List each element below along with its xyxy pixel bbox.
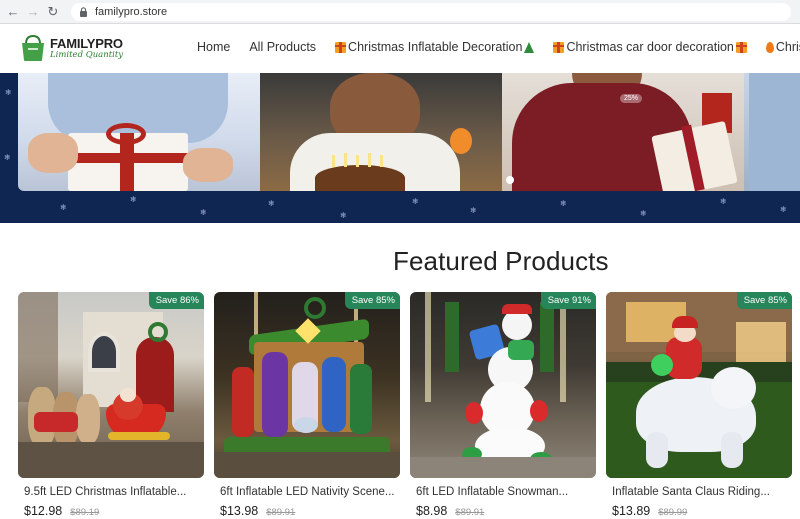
hero-image-gift-hands — [18, 73, 260, 191]
lock-icon — [79, 6, 88, 17]
product-card[interactable]: Save 86% 9.5ft LED Christmas Inflatable.… — [18, 292, 204, 518]
save-badge: Save 85% — [736, 292, 792, 309]
shopping-bag-icon — [22, 34, 44, 61]
main-nav: Home All Products Christmas Inflatable D… — [197, 40, 800, 54]
product-price: $13.89 — [612, 504, 651, 518]
save-badge: Save 91% — [540, 292, 596, 309]
nav-home[interactable]: Home — [197, 40, 230, 54]
nav-car-door-decoration[interactable]: Christmas car door decoration — [553, 40, 747, 54]
gift-icon — [335, 41, 347, 53]
product-image[interactable]: Save 91% — [410, 292, 596, 478]
hero-banner[interactable]: ❄ ❄ ❄ ❄ ❄ ❄ ❄ ❄ ❄ ❄ ❄ ❄ ❄ 25% — [0, 73, 800, 223]
discount-badge: 25% — [620, 94, 643, 103]
nav-car-door-decoration-label: Christmas car door decoration — [566, 40, 734, 54]
product-price: $13.98 — [220, 504, 259, 518]
logo-subtitle: Limited Quantity — [50, 49, 124, 60]
reload-icon[interactable]: ↻ — [43, 2, 63, 22]
christmas-tree-icon — [524, 41, 535, 53]
hero-image-birthday — [260, 73, 502, 191]
nav-christmas-inflatable-label: Christmas Inflatable Decoration — [348, 40, 523, 54]
product-name[interactable]: 6ft LED Inflatable Snowman... — [410, 486, 596, 498]
product-name[interactable]: 9.5ft LED Christmas Inflatable... — [18, 486, 204, 498]
product-image[interactable]: Save 85% — [606, 292, 792, 478]
price-row: $12.98 $89.19 — [18, 504, 204, 518]
back-icon[interactable]: ← — [3, 2, 23, 22]
product-image[interactable]: Save 85% — [214, 292, 400, 478]
hero-image-red-shirt — [502, 73, 744, 191]
nav-home-label: Home — [197, 40, 231, 54]
logo[interactable]: FAMILYPRO Limited Quantity — [20, 34, 123, 62]
gift-icon — [735, 41, 747, 53]
nav-christmas-more[interactable]: Christm — [765, 40, 800, 54]
product-card[interactable]: Save 85% Inflatable Santa Claus Riding..… — [606, 292, 792, 518]
save-badge: Save 85% — [344, 292, 400, 309]
nav-christmas-more-label: Christm — [775, 40, 800, 54]
nav-all-products[interactable]: All Products — [249, 40, 316, 54]
product-old-price: $89.19 — [70, 507, 100, 518]
fire-icon — [765, 41, 774, 53]
price-row: $13.98 $89.91 — [214, 504, 400, 518]
product-old-price: $89.99 — [658, 507, 688, 518]
price-row: $13.89 $89.99 — [606, 504, 792, 518]
hero-image-partial — [744, 73, 800, 191]
product-price: $12.98 — [24, 504, 63, 518]
browser-toolbar: ← → ↻ familypro.store — [0, 0, 800, 24]
site-header: FAMILYPRO Limited Quantity Home All Prod… — [0, 24, 800, 72]
product-image[interactable]: Save 86% — [18, 292, 204, 478]
product-old-price: $89.91 — [266, 507, 296, 518]
product-old-price: $89.91 — [455, 507, 485, 518]
nav-all-products-label: All Products — [249, 40, 317, 54]
address-bar[interactable]: familypro.store — [71, 2, 791, 21]
product-card[interactable]: Save 85% 6ft Inflatable LED Nativity Sce… — [214, 292, 400, 518]
price-row: $8.98 $89.91 — [410, 504, 596, 518]
forward-icon[interactable]: → — [23, 2, 43, 22]
gift-icon — [553, 41, 565, 53]
logo-title: FAMILYPRO — [50, 35, 123, 51]
save-badge: Save 86% — [148, 292, 204, 309]
product-price: $8.98 — [416, 504, 448, 518]
featured-products-heading: Featured Products — [393, 246, 609, 276]
product-name[interactable]: Inflatable Santa Claus Riding... — [606, 486, 792, 498]
carousel-dot-active[interactable] — [506, 176, 514, 184]
product-card[interactable]: Save 91% 6ft LED Inflatable Snowman... $… — [410, 292, 596, 518]
product-name[interactable]: 6ft Inflatable LED Nativity Scene... — [214, 486, 400, 498]
url-text: familypro.store — [95, 5, 168, 18]
nav-christmas-inflatable[interactable]: Christmas Inflatable Decoration — [335, 40, 535, 54]
